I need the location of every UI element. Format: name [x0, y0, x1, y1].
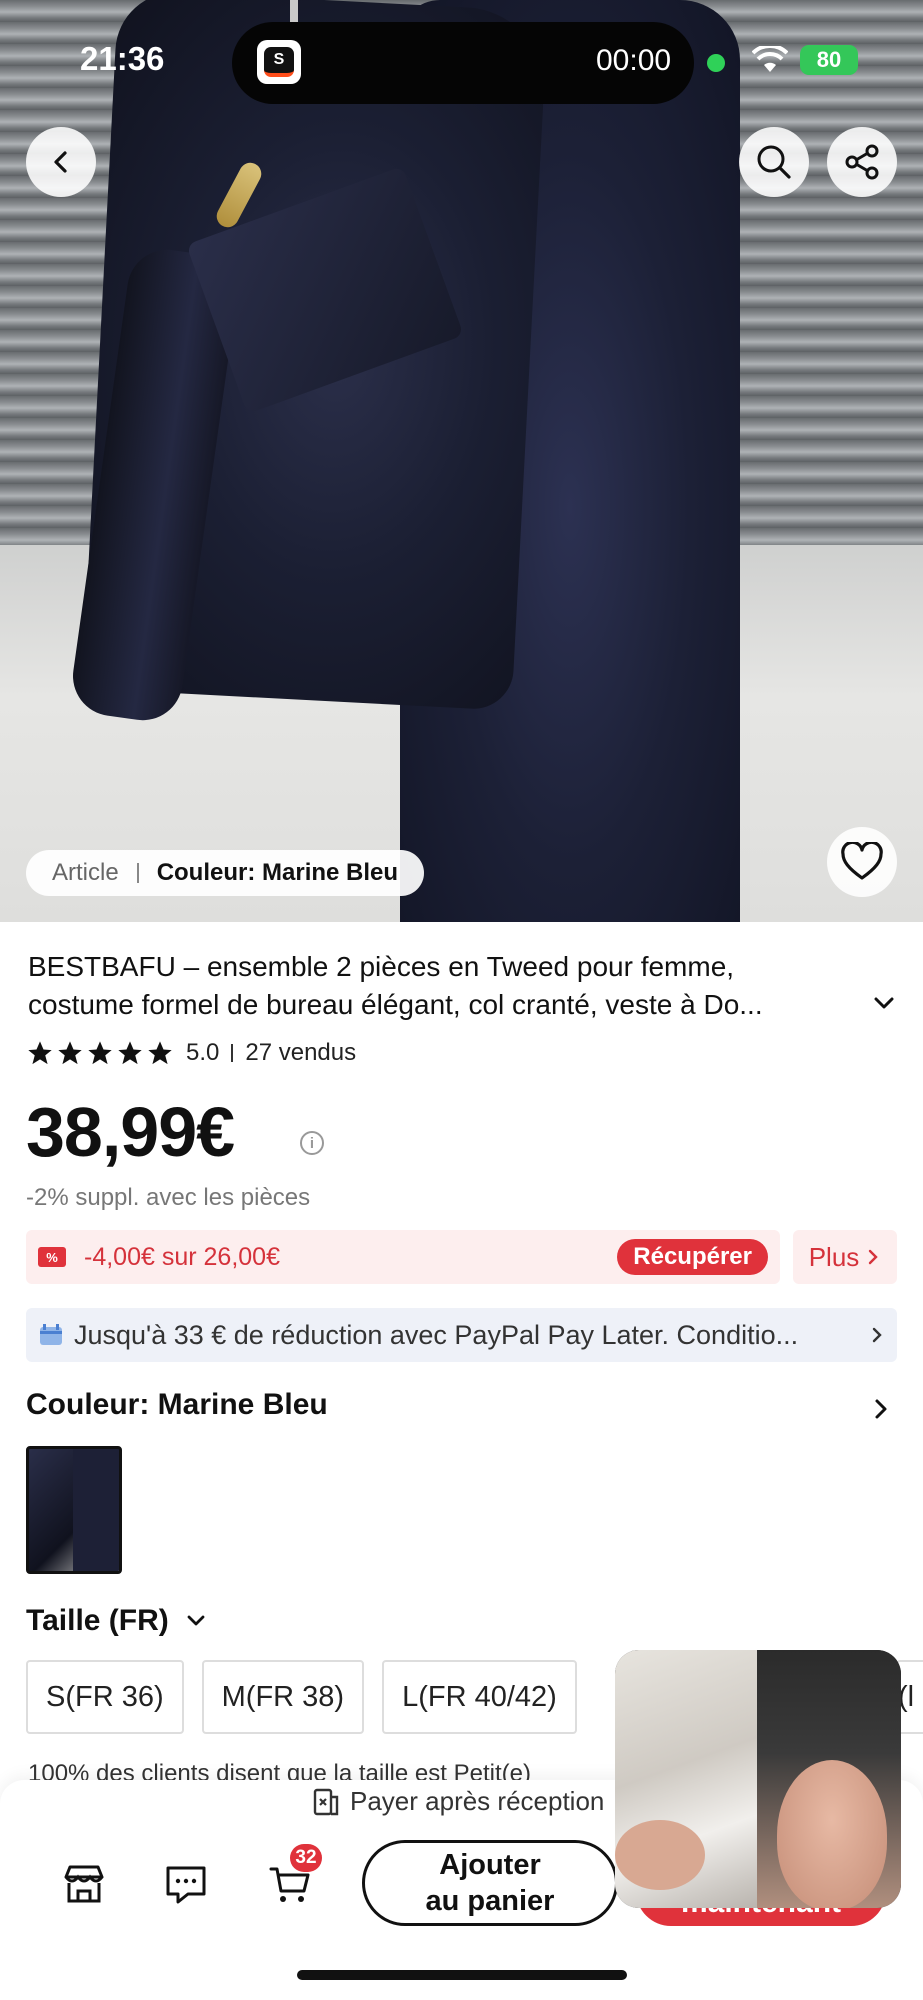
- cart-count-badge: 32: [290, 1844, 322, 1872]
- rating-value: 5.0: [186, 1039, 220, 1066]
- chevron-right-icon: [869, 1249, 878, 1265]
- size-section-label[interactable]: Taille (FR): [26, 1604, 207, 1638]
- payment-icon: [313, 1788, 339, 1815]
- info-icon[interactable]: i: [300, 1131, 324, 1155]
- product-title-line-1: BESTBAFU – ensemble 2 pièces en Tweed po…: [28, 951, 735, 982]
- size-options: S(FR 36) M(FR 38) L(FR 40/42): [26, 1660, 577, 1734]
- chevron-down-icon: [187, 1615, 205, 1626]
- star-icon: [58, 1041, 82, 1065]
- product-title[interactable]: BESTBAFU – ensemble 2 pièces en Tweed po…: [28, 948, 868, 1024]
- rating-divider: [231, 1044, 234, 1062]
- chip-divider: [136, 863, 139, 883]
- more-coupons-button[interactable]: Plus: [793, 1230, 897, 1284]
- article-label: Article: [52, 859, 119, 886]
- color-section-label: Couleur: Marine Bleu: [26, 1388, 328, 1421]
- extra-discount-text: -2% suppl. avec les pièces: [26, 1184, 311, 1211]
- add-to-cart-label: Ajouter au panier: [426, 1847, 555, 1919]
- star-icon: [148, 1041, 172, 1065]
- share-button[interactable]: [827, 127, 897, 197]
- size-option-l[interactable]: L(FR 40/42): [382, 1660, 577, 1734]
- back-icon: [54, 151, 67, 173]
- paypal-text: Jusqu'à 33 € de réduction avec PayPal Pa…: [74, 1319, 799, 1350]
- chevron-right-icon: [875, 1399, 887, 1419]
- chevron-down-icon: [874, 997, 894, 1009]
- search-icon: [757, 145, 791, 179]
- recording-app-letter: S: [264, 47, 294, 77]
- store-button[interactable]: [60, 1860, 108, 1908]
- product-price: 38,99€: [26, 1093, 235, 1171]
- coupon-banner[interactable]: % -4,00€ sur 26,00€ Récupérer: [26, 1230, 780, 1284]
- store-icon: [64, 1865, 104, 1903]
- add-to-cart-line-1: Ajouter: [439, 1849, 541, 1881]
- star-icon: [118, 1041, 142, 1065]
- battery-indicator: 80: [800, 45, 858, 75]
- product-title-line-2: costume formel de bureau élégant, col cr…: [28, 989, 763, 1020]
- size-option-m[interactable]: M(FR 38): [201, 1660, 365, 1734]
- add-to-cart-line-2: au panier: [425, 1885, 555, 1917]
- back-button[interactable]: [26, 127, 96, 197]
- paypal-banner[interactable]: Jusqu'à 33 € de réduction avec PayPal Pa…: [26, 1308, 897, 1362]
- recording-timer: 00:00: [596, 44, 672, 77]
- chevron-right-icon: [872, 1327, 882, 1343]
- add-to-cart-button[interactable]: Ajouter au panier: [362, 1840, 618, 1926]
- status-time: 21:36: [80, 40, 165, 77]
- recording-dot: [707, 54, 725, 72]
- wifi-icon: [751, 43, 789, 79]
- share-icon: [845, 144, 879, 180]
- color-section-expand[interactable]: [871, 1396, 891, 1427]
- size-section-title: Taille (FR): [26, 1604, 169, 1637]
- variant-chip[interactable]: Article Couleur: Marine Bleu: [26, 850, 425, 896]
- coupon-icon: %: [38, 1247, 66, 1267]
- paypal-icon: [40, 1324, 62, 1345]
- expand-title-button[interactable]: [871, 990, 897, 1021]
- pip-video-right: [757, 1650, 901, 1908]
- home-indicator[interactable]: [297, 1970, 627, 1980]
- chat-button[interactable]: [162, 1860, 210, 1908]
- pay-after-text: Payer après réception: [350, 1786, 605, 1816]
- more-coupons-label: Plus: [808, 1241, 860, 1272]
- recording-app-icon: S: [257, 40, 301, 84]
- claim-coupon-button[interactable]: Récupérer: [617, 1239, 768, 1275]
- heart-icon: [841, 842, 883, 880]
- pip-video-left: [615, 1650, 757, 1908]
- pip-video-call[interactable]: [615, 1650, 901, 1908]
- star-icon: [88, 1041, 112, 1065]
- pip-person-right: [777, 1760, 887, 1908]
- star-rating: [26, 1039, 174, 1067]
- color-chip-value: Couleur: Marine Bleu: [156, 859, 399, 886]
- size-option-s[interactable]: S(FR 36): [26, 1660, 184, 1734]
- coupon-text: -4,00€ sur 26,00€: [84, 1242, 280, 1271]
- rating-row[interactable]: 5.0 27 vendus: [26, 1039, 356, 1067]
- star-icon: [28, 1041, 52, 1065]
- color-swatch-selected[interactable]: [26, 1446, 122, 1574]
- chat-icon: [166, 1866, 206, 1904]
- pip-person-left: [615, 1820, 705, 1890]
- favorite-button[interactable]: [827, 827, 897, 897]
- pay-after-delivery: Payer après réception: [312, 1786, 604, 1817]
- search-button[interactable]: [739, 127, 809, 197]
- sold-count: 27 vendus: [245, 1039, 357, 1066]
